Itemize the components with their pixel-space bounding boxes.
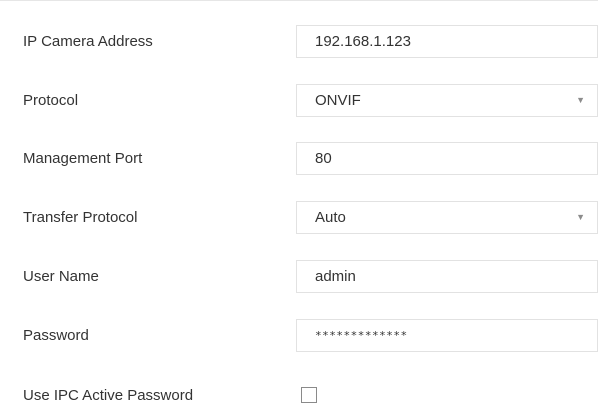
caret-down-icon: ▼ xyxy=(576,95,585,105)
user-name-label: User Name xyxy=(23,268,99,285)
management-port-input[interactable]: 80 xyxy=(296,142,598,175)
use-ipc-active-password-label: Use IPC Active Password xyxy=(23,387,194,404)
protocol-select[interactable]: ONVIF ▼ xyxy=(296,84,598,117)
ip-address-label: IP Camera Address xyxy=(23,33,153,50)
password-input[interactable]: ************* xyxy=(296,319,598,352)
management-port-row: Management Port 80 xyxy=(0,139,598,179)
user-name-value: admin xyxy=(315,268,356,285)
protocol-row: Protocol ONVIF ▼ xyxy=(0,81,598,121)
transfer-protocol-value: Auto xyxy=(315,209,346,226)
transfer-protocol-select[interactable]: Auto ▼ xyxy=(296,201,598,234)
password-label: Password xyxy=(23,327,89,344)
add-ip-camera-form: IP Camera Address 192.168.1.123 Protocol… xyxy=(0,0,598,416)
ip-address-value: 192.168.1.123 xyxy=(315,33,411,50)
transfer-protocol-label: Transfer Protocol xyxy=(23,209,138,226)
protocol-value: ONVIF xyxy=(315,92,361,109)
ip-address-input[interactable]: 192.168.1.123 xyxy=(296,25,598,58)
protocol-label: Protocol xyxy=(23,92,79,109)
management-port-value: 80 xyxy=(315,150,332,167)
caret-down-icon: ▼ xyxy=(576,212,585,222)
transfer-protocol-row: Transfer Protocol Auto ▼ xyxy=(0,198,598,238)
use-ipc-active-password-row: Use IPC Active Password xyxy=(0,376,598,416)
password-row: Password ************* xyxy=(0,316,598,356)
user-name-row: User Name admin xyxy=(0,257,598,297)
use-ipc-active-password-checkbox[interactable] xyxy=(301,387,317,403)
management-port-label: Management Port xyxy=(23,150,143,167)
ip-address-row: IP Camera Address 192.168.1.123 xyxy=(0,22,598,62)
password-value: ************* xyxy=(315,329,408,342)
user-name-input[interactable]: admin xyxy=(296,260,598,293)
